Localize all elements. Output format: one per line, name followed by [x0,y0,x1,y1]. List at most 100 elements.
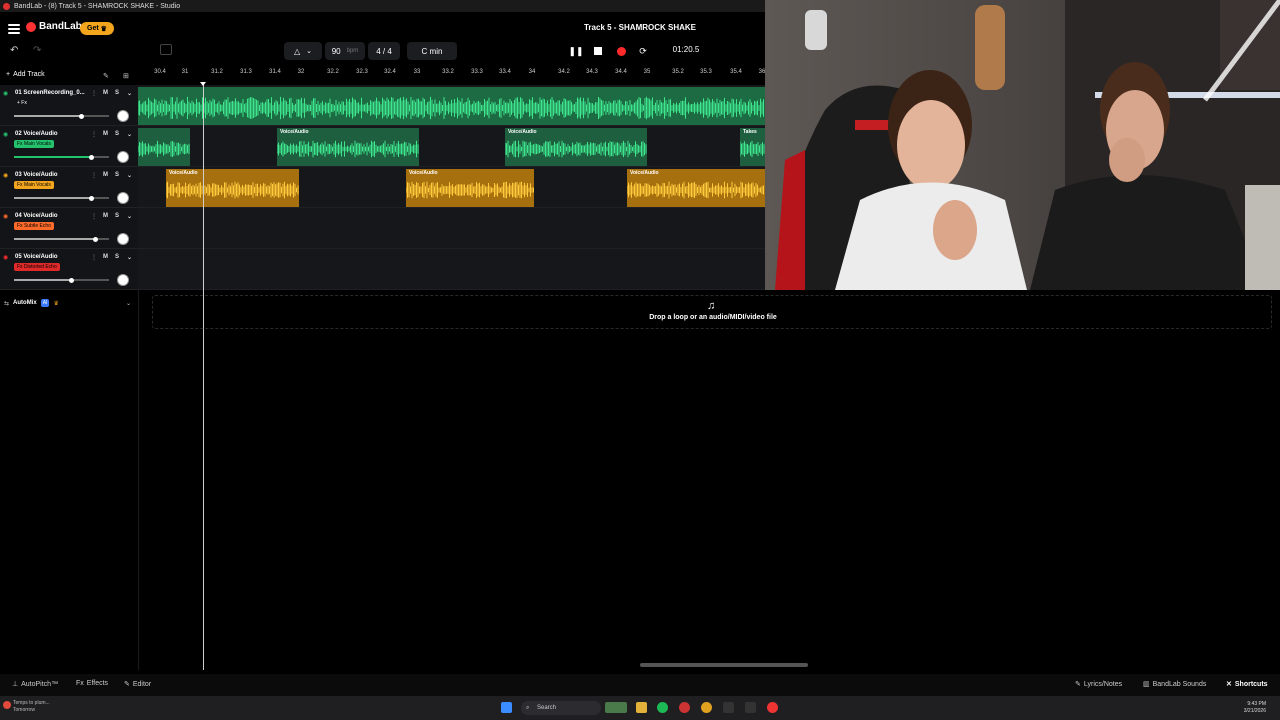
track-name[interactable]: 01 ScreenRecording_0... [15,90,85,96]
pencil-icon[interactable]: ✎ [103,72,109,80]
solo-button[interactable]: S [115,172,119,178]
track-lane[interactable] [138,85,765,126]
track-name[interactable]: 03 Voice/Audio [15,172,58,178]
redo-icon[interactable]: ↷ [33,45,41,56]
more-options-icon[interactable]: ⋮ [91,254,97,261]
tempo-field[interactable]: 90 bpm [325,42,365,60]
pan-knob[interactable] [117,233,129,245]
undo-icon[interactable]: ↶ [10,45,18,56]
weather-widget[interactable]: Temps to plum... Tomorrow [13,700,50,714]
mute-button[interactable]: M [103,254,108,260]
file-explorer-icon[interactable] [636,702,647,713]
weather-icon[interactable] [3,701,11,709]
mute-button[interactable]: M [103,172,108,178]
track-fx-preset[interactable]: Fx Distorted Echo [14,263,60,271]
track-fx-preset[interactable]: + Fx [14,99,30,107]
horizontal-scrollbar[interactable] [640,663,808,667]
audio-clip[interactable]: Voice/Audio [505,128,647,166]
track-name[interactable]: 05 Voice/Audio [15,254,58,260]
track-header[interactable]: ◉ 01 ScreenRecording_0... + Fx M S ⌄ ⋮ [0,85,138,126]
loop-icon[interactable]: ⟳ [636,44,650,58]
spotify-icon[interactable] [657,702,668,713]
get-membership-button[interactable]: Get ♛ [80,22,114,35]
fit-view-icon[interactable]: ⊞ [123,72,129,80]
pan-knob[interactable] [117,192,129,204]
playhead-handle[interactable] [200,82,206,86]
effects-button[interactable]: Fx Effects [76,680,108,687]
menu-icon[interactable] [8,24,20,34]
solo-button[interactable]: S [115,90,119,96]
mixer-icon[interactable] [160,44,172,55]
chevron-down-icon[interactable]: ⌄ [127,254,132,261]
bandlab-logo[interactable]: BandLab [26,21,82,32]
track-lane[interactable] [138,249,765,290]
track-header[interactable]: ◉ 04 Voice/Audio Fx Subtle Echo M S ⌄ ⋮ [0,208,138,249]
record-button[interactable] [614,44,628,58]
editor-button[interactable]: ✎ Editor [124,680,151,689]
mute-button[interactable]: M [103,90,108,96]
track-lane[interactable] [138,208,765,249]
volume-slider-handle[interactable] [69,277,74,283]
solo-button[interactable]: S [115,131,119,137]
key-field[interactable]: C min [407,42,457,60]
playhead[interactable] [203,84,204,670]
volume-slider-handle[interactable] [88,154,94,160]
timeline-ruler[interactable]: 30.4 31 31.2 31.3 31.4 32 32.2 32.3 32.4 33 33.2 33… [140,66,765,84]
track-fx-preset[interactable]: Fx Main Vocals [14,140,54,148]
pan-knob[interactable] [117,274,129,286]
more-options-icon[interactable]: ⋮ [91,90,97,97]
bandlab-sounds-button[interactable]: ▥ BandLab Sounds [1143,680,1206,689]
more-options-icon[interactable]: ⋮ [91,131,97,138]
solo-button[interactable]: S [115,254,119,260]
windows-start-icon[interactable] [501,702,512,713]
chevron-down-icon[interactable]: ⌄ [127,90,132,97]
pan-knob[interactable] [117,110,129,122]
chevron-down-icon[interactable]: ⌄ [127,213,132,220]
audio-clip[interactable]: Voice/Audio [277,128,419,166]
shortcuts-button[interactable]: ✕ Shortcuts [1226,680,1268,689]
app-icon[interactable] [679,702,690,713]
solo-button[interactable]: S [115,213,119,219]
volume-slider-handle[interactable] [88,195,94,201]
track-lane[interactable]: Voice/Audio Voice/Audio Voice/Audio [138,167,765,208]
more-options-icon[interactable]: ⋮ [91,213,97,220]
audio-clip[interactable] [138,128,190,166]
capcut-icon[interactable] [723,702,734,713]
pan-knob[interactable] [117,151,129,163]
capcut-icon-2[interactable] [745,702,756,713]
track-fx-preset[interactable]: Fx Subtle Echo [14,222,54,230]
audio-clip[interactable]: Voice/Audio [406,169,534,207]
autopitch-button[interactable]: ⊥ AutoPitch™ [12,680,58,689]
more-options-icon[interactable]: ⋮ [91,172,97,179]
volume-slider-handle[interactable] [78,113,84,119]
system-clock[interactable]: 9:43 PM 3/21/2026 [1244,701,1266,715]
metronome-button[interactable]: △ ⌄ [284,42,322,60]
chevron-down-icon[interactable]: ⌄ [127,172,132,179]
taskbar-search[interactable]: ⌕ Search [521,701,601,715]
song-title[interactable]: Track 5 - SHAMROCK SHAKE [560,23,720,32]
audio-clip[interactable] [138,87,765,125]
mute-button[interactable]: M [103,131,108,137]
audio-clip[interactable]: Takes [740,128,765,166]
chrome-icon[interactable] [701,702,712,713]
bandlab-taskbar-icon[interactable] [767,702,778,713]
track-name[interactable]: 04 Voice/Audio [15,213,58,219]
mute-button[interactable]: M [103,213,108,219]
chevron-down-icon[interactable]: ⌄ [126,300,131,307]
track-header[interactable]: ◉ 03 Voice/Audio Fx Main Vocals M S ⌄ ⋮ [0,167,138,208]
track-header[interactable]: ◉ 05 Voice/Audio Fx Distorted Echo M S ⌄ ⋮ [0,249,138,290]
volume-slider-handle[interactable] [92,236,98,242]
track-fx-preset[interactable]: Fx Main Vocals [14,181,54,189]
track-name[interactable]: 02 Voice/Audio [15,131,58,137]
time-signature-field[interactable]: 4 / 4 [368,42,400,60]
track-lane[interactable]: Voice/Audio Voice/Audio Takes [138,126,765,167]
widgets-icon[interactable] [605,702,627,713]
audio-clip[interactable]: Voice/Audio [627,169,765,207]
audio-clip[interactable]: Voice/Audio [166,169,299,207]
lyrics-notes-button[interactable]: ✎ Lyrics/Notes [1075,680,1122,689]
stop-button[interactable] [591,44,605,58]
track-header[interactable]: ◉ 02 Voice/Audio Fx Main Vocals M S ⌄ ⋮ [0,126,138,167]
automix-row[interactable]: ⇆ AutoMix AI ♛ ⌄ [0,296,138,310]
chevron-down-icon[interactable]: ⌄ [127,131,132,138]
add-track-button[interactable]: + Add Track [6,71,45,78]
